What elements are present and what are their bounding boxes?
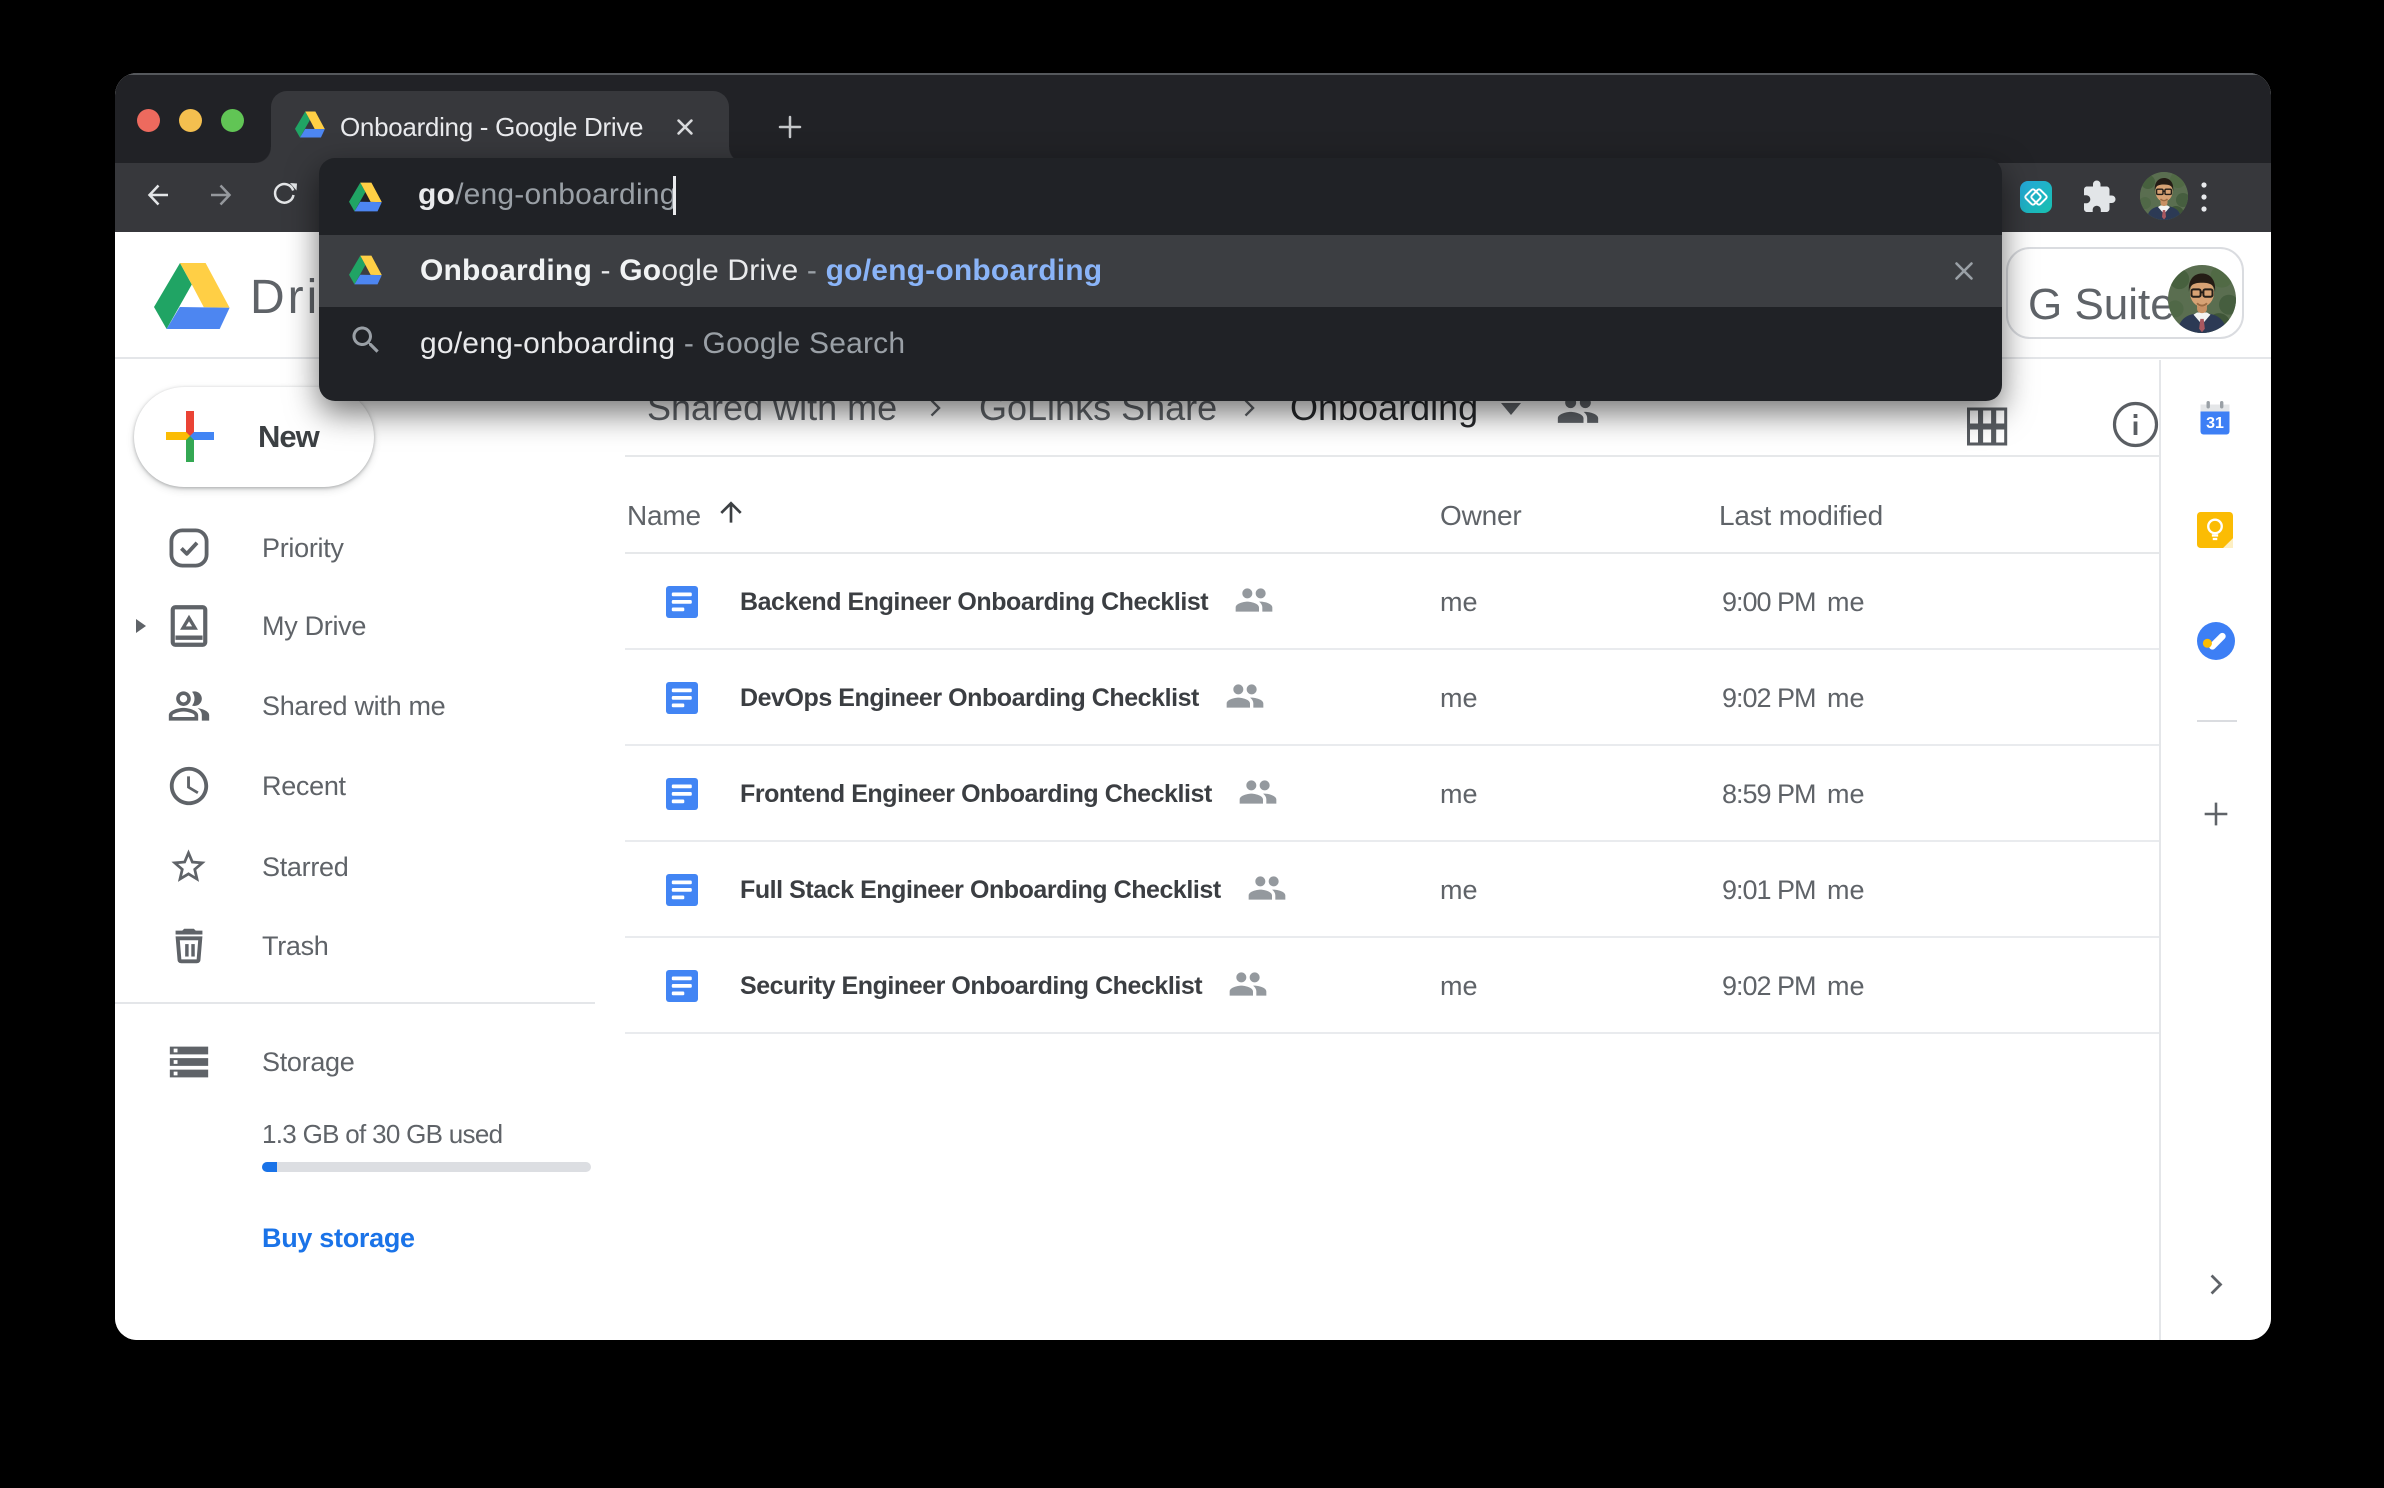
svg-text:31: 31	[2206, 415, 2224, 432]
